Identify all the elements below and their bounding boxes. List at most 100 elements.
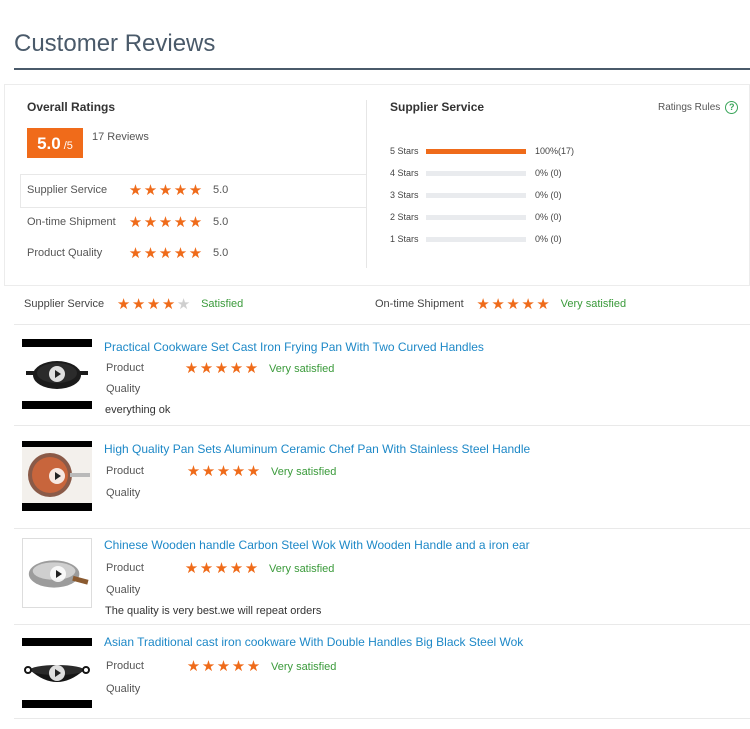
star-icon: ★ <box>216 462 231 480</box>
distribution-label: 3 Stars <box>390 190 419 200</box>
review-status: Very satisfied <box>271 660 337 673</box>
distribution-bar <box>426 236 526 242</box>
quality-label: Quality <box>106 487 141 499</box>
overall-score-badge: 5.0 /5 <box>27 128 83 158</box>
star-icon: ★ <box>231 657 246 675</box>
distribution-label: 1 Stars <box>390 234 419 244</box>
supplier-service-heading: Supplier Service <box>390 100 485 114</box>
review-rating: ★ ★ ★ ★ ★ Very satisfied <box>186 657 337 675</box>
star-icon: ★ <box>173 243 188 262</box>
summary-supplier-service: Supplier Service ★ ★ ★ ★ ★ Satisfied <box>24 296 243 312</box>
distribution-percent: 100% <box>535 146 559 156</box>
distribution-count: (17) <box>558 146 575 156</box>
star-icon: ★ <box>158 212 173 231</box>
review-divider <box>14 528 750 529</box>
play-icon[interactable] <box>49 665 65 681</box>
star-icon: ★ <box>186 462 201 480</box>
star-icon: ★ <box>176 294 191 313</box>
star-icon: ★ <box>116 294 131 313</box>
play-icon[interactable] <box>49 468 65 484</box>
review-divider <box>14 425 750 426</box>
star-icon: ★ <box>158 243 173 262</box>
star-icon: ★ <box>143 243 158 262</box>
star-icon: ★ <box>188 180 203 199</box>
sub-rating-product-quality: Product Quality ★ ★ ★ ★ ★ 5.0 <box>27 245 228 261</box>
sub-rating-label: Product Quality <box>27 247 103 259</box>
product-thumbnail[interactable] <box>22 538 92 608</box>
distribution-count: (0) <box>550 234 562 244</box>
distribution-label: 2 Stars <box>390 212 419 222</box>
title-divider <box>14 68 750 70</box>
overall-ratings-heading: Overall Ratings <box>27 100 116 114</box>
distribution-percent: 0% <box>535 234 549 244</box>
distribution-bar <box>426 148 526 154</box>
review-status: Very satisfied <box>269 562 335 575</box>
distribution-count: (0) <box>550 190 562 200</box>
star-icon: ★ <box>201 657 216 675</box>
product-label: Product <box>106 562 144 574</box>
summary-label: Supplier Service <box>24 298 105 310</box>
product-title-link[interactable]: Asian Traditional cast iron cookware Wit… <box>104 635 523 649</box>
star-icon: ★ <box>246 462 261 480</box>
product-title-link[interactable]: High Quality Pan Sets Aluminum Ceramic C… <box>104 442 530 456</box>
star-icon: ★ <box>143 212 158 231</box>
star-icon: ★ <box>491 294 505 313</box>
quality-label: Quality <box>106 383 141 395</box>
review-divider <box>14 324 750 325</box>
star-icon: ★ <box>214 359 229 377</box>
distribution-bar <box>426 192 526 198</box>
star-icon: ★ <box>506 294 520 313</box>
distribution-row-3: 3 Stars 0% (0) <box>390 189 562 201</box>
ratings-rules-link[interactable]: Ratings Rules ? <box>658 101 739 114</box>
panel-divider <box>366 100 367 268</box>
star-rating: ★ ★ ★ ★ ★ <box>128 180 203 199</box>
play-icon[interactable] <box>49 366 65 382</box>
review-rating: ★ ★ ★ ★ ★ Very satisfied <box>184 361 335 376</box>
star-icon: ★ <box>536 294 550 313</box>
distribution-percent: 0% <box>535 190 549 200</box>
star-icon: ★ <box>128 212 143 231</box>
product-title-link[interactable]: Practical Cookware Set Cast Iron Frying … <box>104 340 484 354</box>
product-label: Product <box>106 465 144 477</box>
star-icon: ★ <box>173 180 188 199</box>
distribution-label: 4 Stars <box>390 168 419 178</box>
star-icon: ★ <box>214 559 229 577</box>
quality-label: Quality <box>106 683 141 695</box>
ratings-rules-label[interactable]: Ratings Rules <box>658 102 720 113</box>
review-comment: The quality is very best.we will repeat … <box>105 605 322 617</box>
distribution-row-2: 2 Stars 0% (0) <box>390 211 562 223</box>
product-label: Product <box>106 660 144 672</box>
product-thumbnail[interactable] <box>22 638 92 708</box>
star-icon: ★ <box>231 462 246 480</box>
summary-on-time-shipment: On-time Shipment ★ ★ ★ ★ ★ Very satisfied <box>375 296 626 312</box>
play-icon[interactable] <box>50 566 66 582</box>
product-thumbnail[interactable] <box>22 441 92 511</box>
distribution-percent: 0% <box>535 168 549 178</box>
star-rating: ★ ★ ★ ★ ★ <box>128 212 203 231</box>
review-status: Very satisfied <box>269 362 335 375</box>
star-icon: ★ <box>216 657 231 675</box>
overall-score: 5.0 <box>37 134 61 153</box>
product-thumbnail[interactable] <box>22 339 92 409</box>
star-icon: ★ <box>521 294 535 313</box>
star-icon: ★ <box>131 294 146 313</box>
review-divider <box>14 624 750 625</box>
review-rating: ★ ★ ★ ★ ★ Very satisfied <box>186 464 337 479</box>
summary-status: Satisfied <box>201 298 244 310</box>
summary-status: Very satisfied <box>560 298 627 310</box>
star-rating: ★ ★ ★ ★ ★ <box>184 361 259 376</box>
sub-rating-value: 5.0 <box>213 247 229 259</box>
star-rating: ★ ★ ★ ★ ★ <box>186 464 261 479</box>
distribution-row-4: 4 Stars 0% (0) <box>390 167 562 179</box>
product-title-link[interactable]: Chinese Wooden handle Carbon Steel Wok W… <box>104 538 530 552</box>
review-comment: everything ok <box>105 404 171 416</box>
star-icon: ★ <box>184 359 199 377</box>
help-icon[interactable]: ? <box>725 101 739 114</box>
sub-rating-label: Supplier Service <box>27 184 108 196</box>
product-label: Product <box>106 362 144 374</box>
star-icon: ★ <box>128 180 143 199</box>
sub-rating-value: 5.0 <box>213 216 229 228</box>
star-icon: ★ <box>158 180 173 199</box>
star-icon: ★ <box>201 462 216 480</box>
star-icon: ★ <box>244 359 259 377</box>
